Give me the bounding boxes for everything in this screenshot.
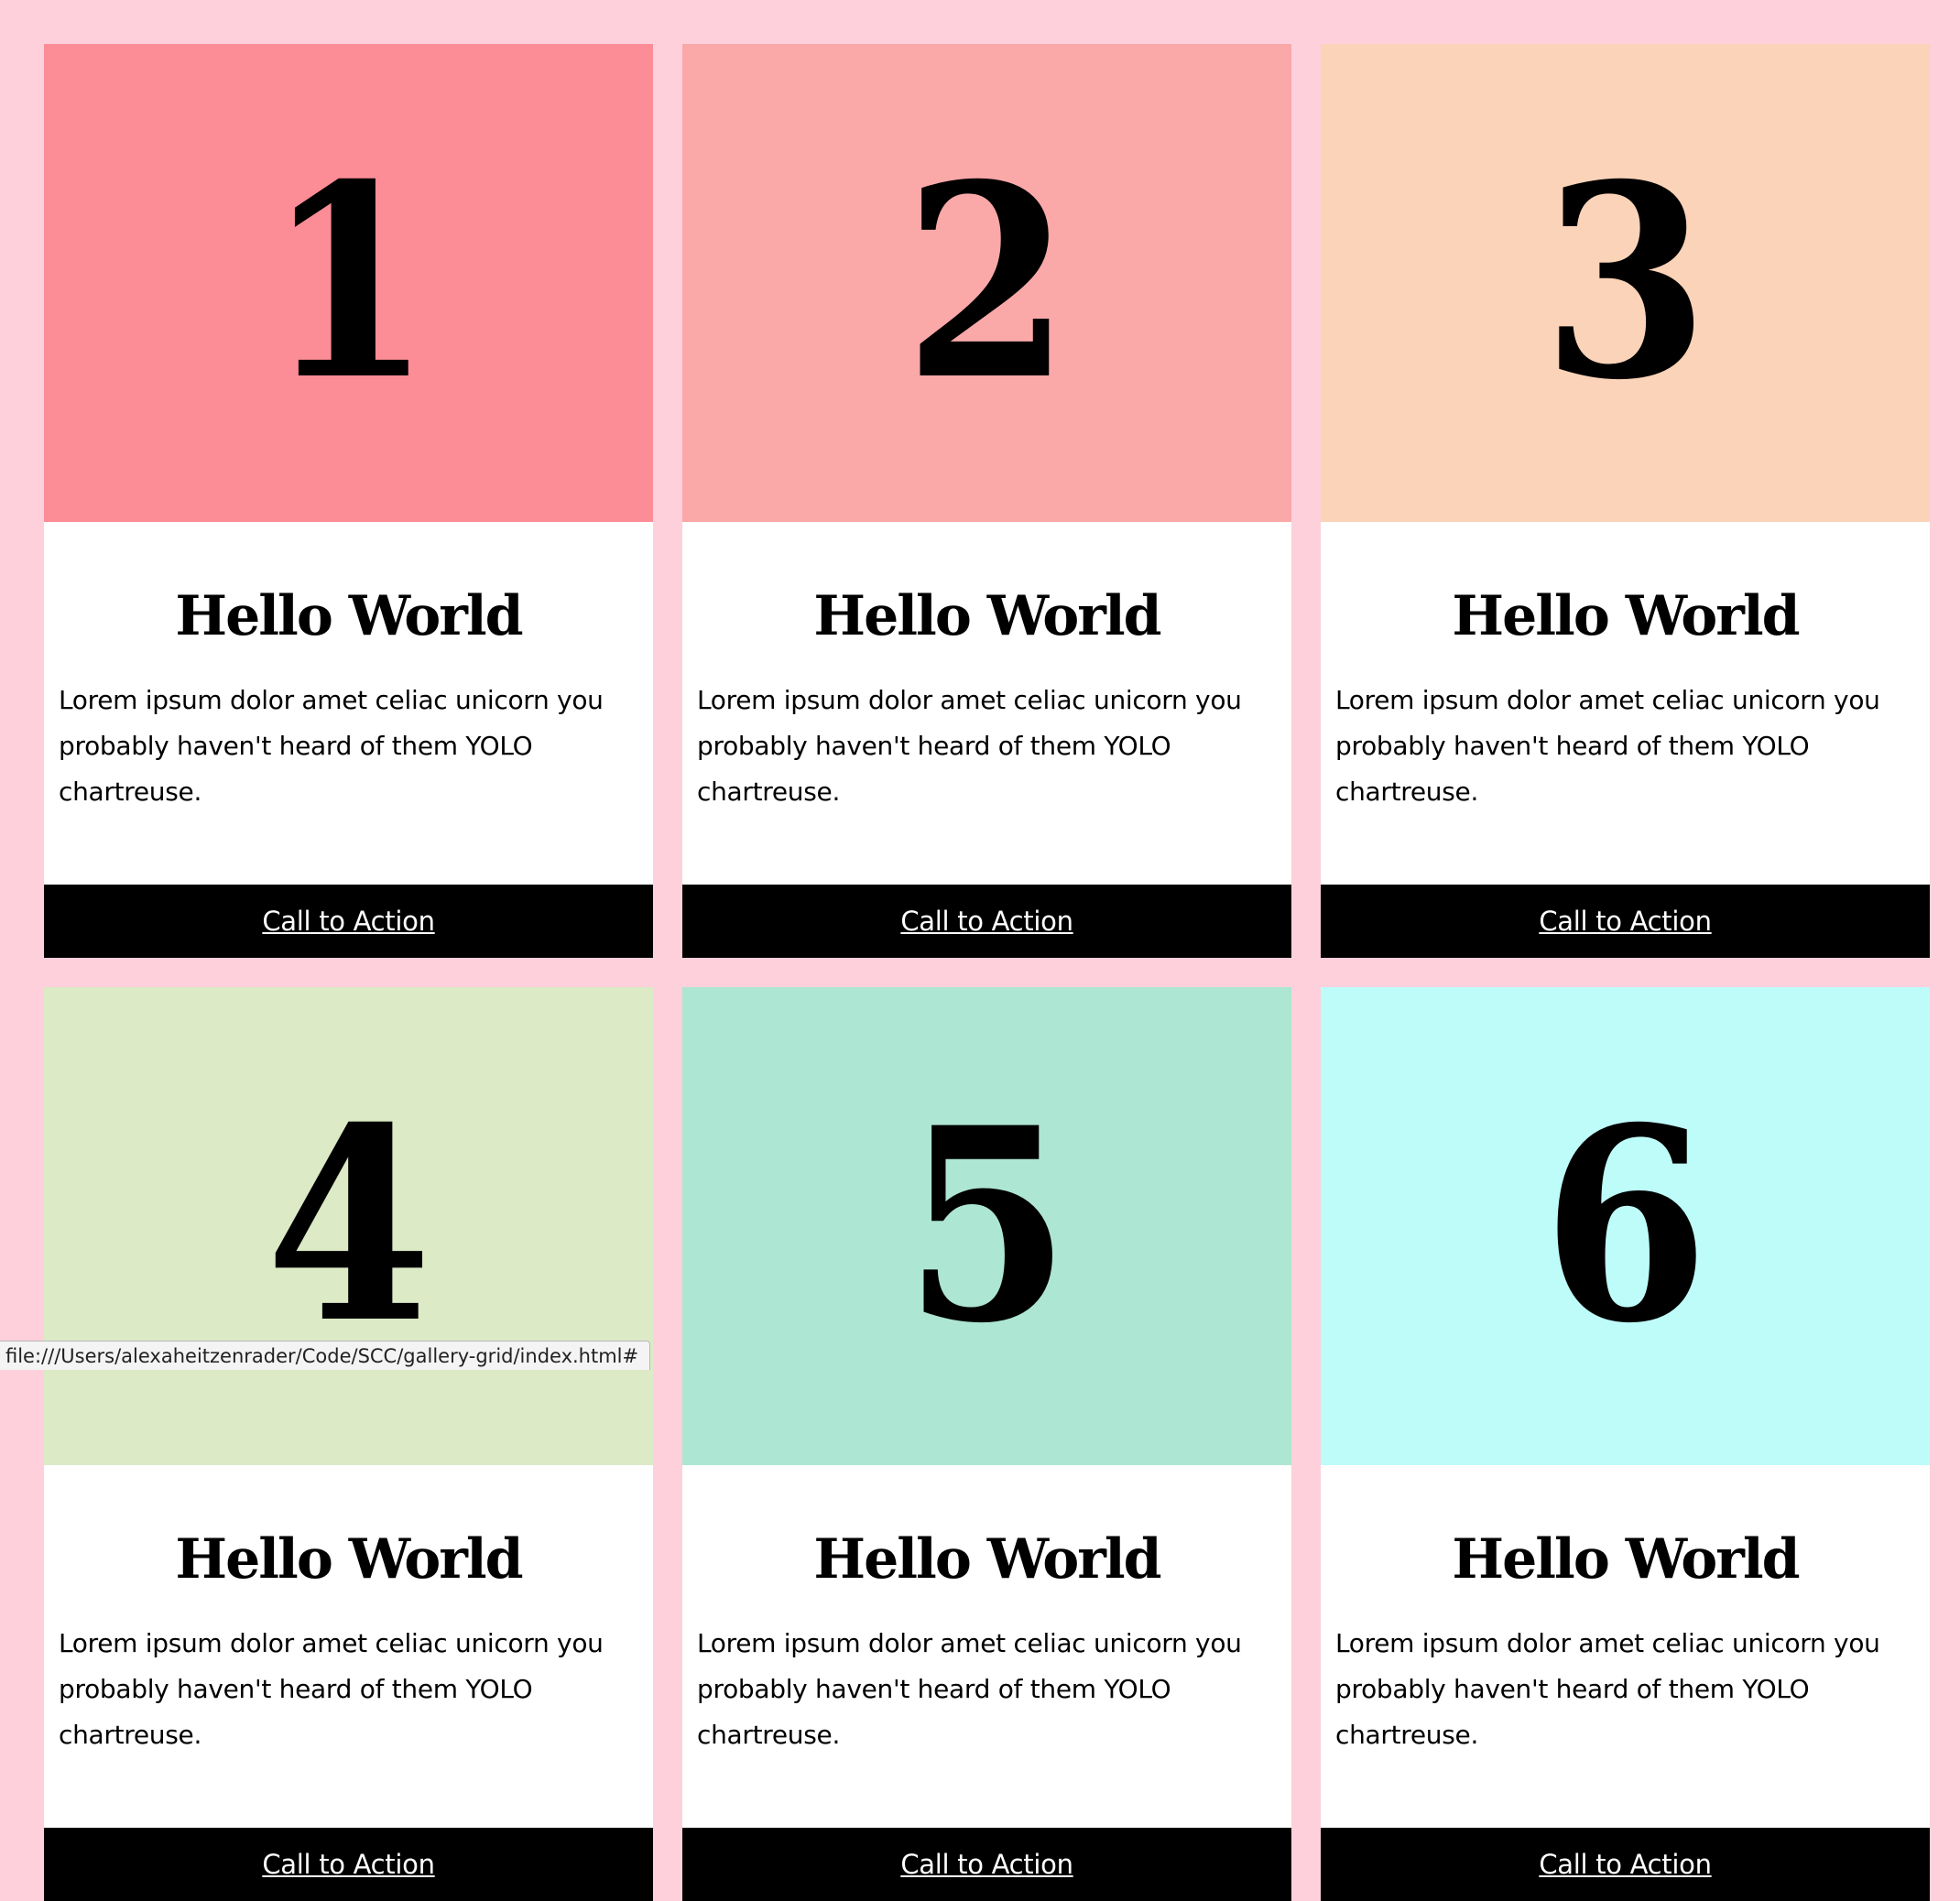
call-to-action-button[interactable]: Call to Action <box>44 1828 653 1901</box>
card-title: Hello World <box>1452 1527 1800 1591</box>
card-1: 1 Hello World Lorem ipsum dolor amet cel… <box>44 44 653 958</box>
card-5: 5 Hello World Lorem ipsum dolor amet cel… <box>682 987 1291 1901</box>
card-number: 6 <box>1541 1070 1709 1382</box>
card-body: Hello World Lorem ipsum dolor amet celia… <box>682 522 1291 885</box>
card-2: 2 Hello World Lorem ipsum dolor amet cel… <box>682 44 1291 958</box>
card-text: Lorem ipsum dolor amet celiac unicorn yo… <box>59 685 604 807</box>
card-text: Lorem ipsum dolor amet celiac unicorn yo… <box>1335 1628 1880 1750</box>
card-title: Hello World <box>175 1527 523 1591</box>
card-number: 4 <box>265 1070 432 1382</box>
card-text: Lorem ipsum dolor amet celiac unicorn yo… <box>1335 685 1880 807</box>
card-image: 5 <box>682 987 1291 1465</box>
card-3: 3 Hello World Lorem ipsum dolor amet cel… <box>1321 44 1930 958</box>
card-number: 2 <box>903 127 1071 439</box>
card-4: 4 Hello World Lorem ipsum dolor amet cel… <box>44 987 653 1901</box>
card-title: Hello World <box>1452 584 1800 648</box>
card-text: Lorem ipsum dolor amet celiac unicorn yo… <box>697 685 1242 807</box>
card-body: Hello World Lorem ipsum dolor amet celia… <box>1321 522 1930 885</box>
card-body: Hello World Lorem ipsum dolor amet celia… <box>44 1465 653 1828</box>
status-bar-url: file:///Users/alexaheitzenrader/Code/SCC… <box>0 1341 651 1370</box>
card-image: 2 <box>682 44 1291 522</box>
card-title: Hello World <box>813 584 1161 648</box>
card-body: Hello World Lorem ipsum dolor amet celia… <box>44 522 653 885</box>
card-text: Lorem ipsum dolor amet celiac unicorn yo… <box>697 1628 1242 1750</box>
gallery-grid: 1 Hello World Lorem ipsum dolor amet cel… <box>44 44 1931 1901</box>
card-text: Lorem ipsum dolor amet celiac unicorn yo… <box>59 1628 604 1750</box>
card-image: 1 <box>44 44 653 522</box>
card-body: Hello World Lorem ipsum dolor amet celia… <box>1321 1465 1930 1828</box>
call-to-action-button[interactable]: Call to Action <box>1321 1828 1930 1901</box>
card-image: 3 <box>1321 44 1930 522</box>
card-number: 1 <box>265 127 432 439</box>
card-number: 5 <box>903 1070 1071 1382</box>
card-body: Hello World Lorem ipsum dolor amet celia… <box>682 1465 1291 1828</box>
call-to-action-button[interactable]: Call to Action <box>682 1828 1291 1901</box>
card-image: 4 <box>44 987 653 1465</box>
card-6: 6 Hello World Lorem ipsum dolor amet cel… <box>1321 987 1930 1901</box>
card-image: 6 <box>1321 987 1930 1465</box>
card-title: Hello World <box>175 584 523 648</box>
card-number: 3 <box>1541 127 1709 439</box>
call-to-action-button[interactable]: Call to Action <box>682 885 1291 958</box>
card-title: Hello World <box>813 1527 1161 1591</box>
call-to-action-button[interactable]: Call to Action <box>44 885 653 958</box>
call-to-action-button[interactable]: Call to Action <box>1321 885 1930 958</box>
